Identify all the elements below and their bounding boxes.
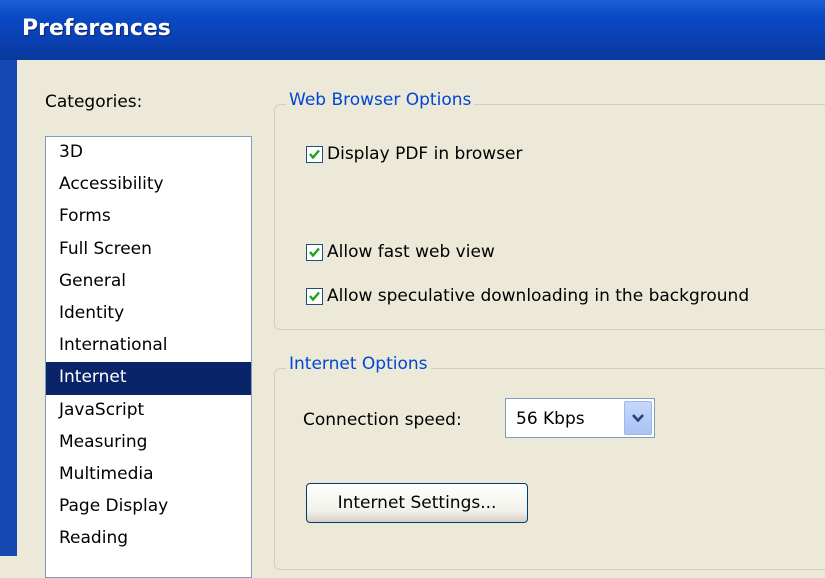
window-title: Preferences — [22, 16, 171, 41]
category-item-general[interactable]: General — [46, 266, 251, 298]
window-frame-left — [0, 60, 17, 556]
category-item-javascript[interactable]: JavaScript — [46, 395, 251, 427]
allow-fast-web-view-option[interactable]: Allow fast web view — [306, 242, 495, 262]
category-item-page-display[interactable]: Page Display — [46, 491, 251, 523]
categories-list[interactable]: 3D Accessibility Forms Full Screen General Id… — [45, 136, 252, 578]
display-pdf-in-browser-label: Display PDF in browser — [327, 144, 523, 164]
category-item-reading[interactable]: Reading — [46, 523, 251, 555]
display-pdf-in-browser-checkbox[interactable] — [306, 145, 323, 163]
checkmark-icon — [309, 291, 320, 301]
allow-fast-web-view-label: Allow fast web view — [327, 242, 495, 262]
chevron-down-icon — [632, 414, 644, 423]
web-browser-options-legend: Web Browser Options — [286, 90, 475, 110]
category-item-international[interactable]: International — [46, 330, 251, 362]
category-item-3d[interactable]: 3D — [46, 137, 251, 169]
categories-label: Categories: — [45, 92, 143, 112]
category-item-internet[interactable]: Internet — [46, 362, 251, 395]
category-item-forms[interactable]: Forms — [46, 201, 251, 233]
checkmark-icon — [309, 149, 320, 159]
internet-options-legend: Internet Options — [286, 354, 431, 374]
connection-speed-select[interactable]: 56 Kbps — [505, 398, 655, 438]
allow-speculative-downloading-option[interactable]: Allow speculative downloading in the bac… — [306, 286, 749, 306]
allow-speculative-downloading-checkbox[interactable] — [306, 287, 323, 305]
allow-fast-web-view-checkbox[interactable] — [306, 243, 323, 261]
category-item-measuring[interactable]: Measuring — [46, 427, 251, 459]
category-item-identity[interactable]: Identity — [46, 298, 251, 330]
category-item-full-screen[interactable]: Full Screen — [46, 234, 251, 266]
display-pdf-in-browser-option[interactable]: Display PDF in browser — [306, 144, 523, 164]
connection-speed-dropdown-button[interactable] — [624, 401, 652, 435]
checkmark-icon — [309, 247, 320, 257]
allow-speculative-downloading-label: Allow speculative downloading in the bac… — [327, 286, 750, 306]
connection-speed-label: Connection speed: — [303, 410, 462, 430]
connection-speed-value: 56 Kbps — [516, 409, 585, 429]
title-bar[interactable]: Preferences — [0, 0, 825, 61]
category-item-accessibility[interactable]: Accessibility — [46, 169, 251, 201]
dialog-body: Categories: 3D Accessibility Forms Full Scr… — [17, 60, 825, 578]
internet-settings-button[interactable]: Internet Settings... — [306, 483, 528, 523]
category-item-multimedia[interactable]: Multimedia — [46, 459, 251, 491]
